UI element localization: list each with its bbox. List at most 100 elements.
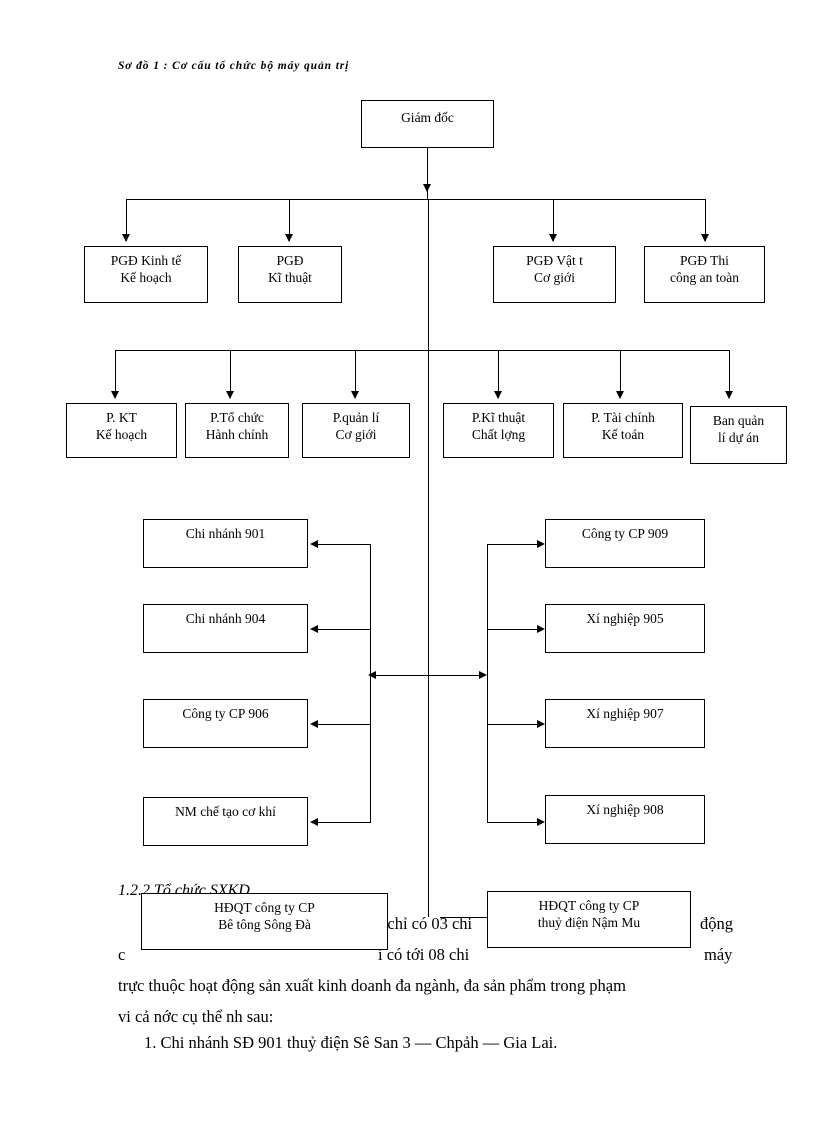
arrow-level2-drop-3 xyxy=(549,234,557,242)
org-node-label: Kĩ thuật xyxy=(268,269,312,285)
org-node-label: Chất lợng xyxy=(471,426,526,442)
org-node-label: Xí nghiệp 908 xyxy=(586,802,664,817)
org-node-label: Cơ giới xyxy=(335,426,377,442)
connector-right-arm-2 xyxy=(487,629,537,631)
connector-central-spine xyxy=(428,199,430,917)
org-node-label: Chi nhánh 904 xyxy=(185,611,266,626)
org-node-label: PGĐ xyxy=(276,253,304,268)
org-node-label: thuỷ điện Nậm Mu xyxy=(537,914,641,930)
org-node-dept-accounting-plan: P. KT Kế hoạch xyxy=(66,403,177,458)
connector-level3-bus xyxy=(115,350,729,352)
org-node-label: Bê tông Sông Đà xyxy=(218,916,311,932)
org-node-label: HĐQT công ty CP xyxy=(538,898,640,913)
org-node-hdqt-concrete-songda: HĐQT công ty CP Bê tông Sông Đà xyxy=(141,893,388,950)
org-node-label: PGĐ Thi xyxy=(680,253,729,268)
org-node-label: P. KT xyxy=(106,410,137,425)
arrow-left-arm-2 xyxy=(310,625,318,633)
arrow-root-stem xyxy=(423,184,431,192)
org-node-deputy-safety: PGĐ Thi công an toàn xyxy=(644,246,765,303)
org-node-dept-machinery-management: P.quản lí Cơ giới xyxy=(302,403,410,458)
body-text-fragment-1a: u chỉ có 03 chi xyxy=(375,914,473,933)
org-node-dept-project-management: Ban quản lí dự án xyxy=(690,406,787,464)
body-text-line-3: trực thuộc hoạt động sản xuất kinh doanh… xyxy=(118,976,626,995)
org-node-label: Hành chính xyxy=(205,426,269,442)
org-node-dept-organization-admin: P.Tổ chức Hành chính xyxy=(185,403,289,458)
org-node-label: P.quản lí xyxy=(332,410,380,425)
connector-right-arm-5 xyxy=(440,917,487,919)
org-node-label: Ban quản xyxy=(712,413,765,428)
arrow-level3-drop-3 xyxy=(351,391,359,399)
org-node-enterprise-905: Xí nghiệp 905 xyxy=(545,604,705,653)
connector-cross-link xyxy=(375,675,483,677)
body-text-fragment-2c: máy xyxy=(704,945,733,964)
connector-left-arm-3 xyxy=(318,724,370,726)
org-node-company-909: Công ty CP 909 xyxy=(545,519,705,568)
org-node-label: Xí nghiệp 907 xyxy=(586,706,664,721)
org-node-label: Kế hoạch xyxy=(120,269,172,285)
arrow-left-arm-3 xyxy=(310,720,318,728)
org-node-branch-904: Chi nhánh 904 xyxy=(143,604,308,653)
org-node-hdqt-hydropower-nammu: HĐQT công ty CP thuỷ điện Nậm Mu xyxy=(487,891,691,948)
connector-right-arm-3 xyxy=(487,724,537,726)
org-node-label: Kế toán xyxy=(601,426,645,442)
arrow-level3-drop-2 xyxy=(226,391,234,399)
body-list-item-1: 1. Chi nhánh SĐ 901 thuỷ điện Sê San 3 —… xyxy=(144,1033,558,1052)
org-node-mechanical-factory: NM chế tạo cơ khí xyxy=(143,797,308,846)
body-text-fragment-1b: động xyxy=(700,914,733,933)
org-node-label: Cơ giới xyxy=(534,269,575,285)
arrow-level3-drop-1 xyxy=(111,391,119,399)
arrow-right-arm-1 xyxy=(537,540,545,548)
org-node-label: PGĐ Vật t xyxy=(526,253,583,268)
arrow-right-arm-4 xyxy=(537,818,545,826)
org-node-label: NM chế tạo cơ khí xyxy=(175,804,276,819)
document-page: Sơ đồ 1 : Cơ cấu tổ chức bộ máy quản trị… xyxy=(0,0,816,1123)
org-node-label: Xí nghiệp 905 xyxy=(586,611,664,626)
org-node-label: lí dự án xyxy=(717,429,760,445)
org-node-label: Công ty CP 909 xyxy=(581,526,669,541)
arrow-level3-drop-6 xyxy=(725,391,733,399)
arrow-right-arm-2 xyxy=(537,625,545,633)
connector-left-arm-2 xyxy=(318,629,370,631)
arrow-level3-drop-5 xyxy=(616,391,624,399)
connector-level2-bus xyxy=(126,199,706,201)
connector-left-unit-spine xyxy=(370,544,372,823)
org-node-deputy-economics: PGĐ Kinh tế Kế hoạch xyxy=(84,246,208,303)
org-node-company-906: Công ty CP 906 xyxy=(143,699,308,748)
connector-left-arm-1 xyxy=(318,544,370,546)
body-text-fragment-2b: i có tới 08 chi xyxy=(378,945,470,964)
org-node-deputy-materials: PGĐ Vật t Cơ giới xyxy=(493,246,616,303)
arrow-level3-drop-4 xyxy=(494,391,502,399)
arrow-level2-drop-1 xyxy=(122,234,130,242)
org-node-director: Giám đốc xyxy=(361,100,494,148)
connector-left-arm-4 xyxy=(318,822,370,824)
arrow-left-arm-1 xyxy=(310,540,318,548)
arrow-level2-drop-4 xyxy=(701,234,709,242)
diagram-title: Sơ đồ 1 : Cơ cấu tổ chức bộ máy quản trị xyxy=(118,60,350,72)
org-node-label: P. Tài chính xyxy=(591,410,655,425)
org-node-enterprise-908: Xí nghiệp 908 xyxy=(545,795,705,844)
connector-right-arm-4 xyxy=(487,822,537,824)
org-node-label: Giám đốc xyxy=(401,110,454,125)
arrow-cross-link-right xyxy=(479,671,487,679)
arrow-cross-link-left xyxy=(368,671,376,679)
arrow-level2-drop-2 xyxy=(285,234,293,242)
org-node-label: P.Kĩ thuật xyxy=(471,410,526,425)
arrow-right-arm-3 xyxy=(537,720,545,728)
org-node-deputy-technical: PGĐ Kĩ thuật xyxy=(238,246,342,303)
org-node-branch-901: Chi nhánh 901 xyxy=(143,519,308,568)
org-node-label: PGĐ Kinh tế xyxy=(110,253,182,268)
org-node-label: công an toàn xyxy=(670,269,739,285)
arrow-left-arm-4 xyxy=(310,818,318,826)
body-text-fragment-2a: c xyxy=(118,945,126,964)
connector-right-unit-spine xyxy=(487,544,489,823)
org-node-label: P.Tổ chức xyxy=(210,410,264,425)
org-node-dept-finance-accounting: P. Tài chính Kế toán xyxy=(563,403,683,458)
org-node-label: Công ty CP 906 xyxy=(182,706,269,721)
connector-root-stem xyxy=(427,148,429,200)
org-node-label: Chi nhánh 901 xyxy=(185,526,266,541)
org-node-label: Kế hoạch xyxy=(95,426,148,442)
connector-right-arm-1 xyxy=(487,544,537,546)
org-node-dept-technical-quality: P.Kĩ thuật Chất lợng xyxy=(443,403,554,458)
org-node-label: HĐQT công ty CP xyxy=(214,900,315,915)
org-node-enterprise-907: Xí nghiệp 907 xyxy=(545,699,705,748)
